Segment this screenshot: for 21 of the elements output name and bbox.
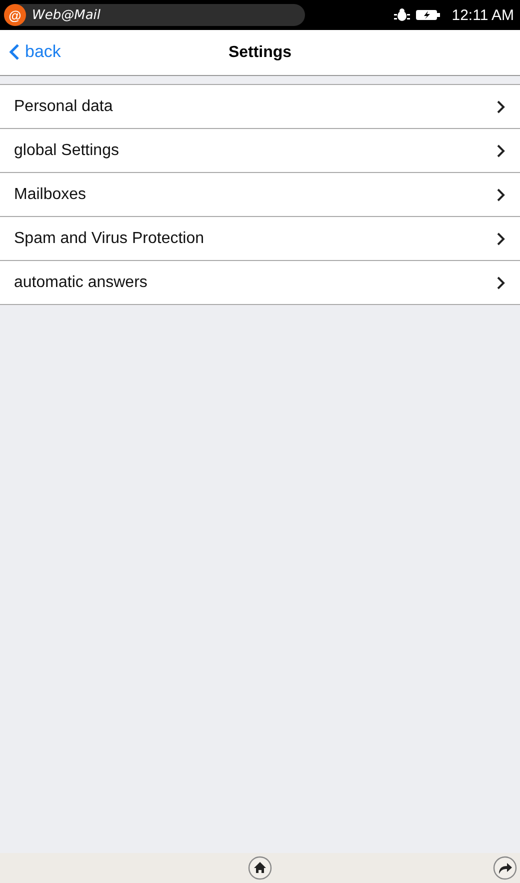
- app-icon: @: [4, 4, 26, 26]
- chevron-left-icon: [8, 43, 20, 61]
- forward-icon[interactable]: [493, 856, 517, 880]
- settings-item[interactable]: global Settings: [0, 129, 520, 173]
- bug-icon: [394, 8, 410, 22]
- home-icon[interactable]: [248, 856, 272, 880]
- settings-item[interactable]: Mailboxes: [0, 173, 520, 217]
- app-title-bar[interactable]: @ Web@Mail: [4, 4, 305, 26]
- chevron-right-icon: [496, 276, 506, 290]
- clock-time: 12:11 AM: [452, 6, 514, 24]
- chevron-right-icon: [496, 144, 506, 158]
- back-button[interactable]: back: [8, 42, 61, 62]
- app-title: Web@Mail: [32, 8, 101, 22]
- chevron-right-icon: [496, 100, 506, 114]
- chevron-right-icon: [496, 188, 506, 202]
- settings-item[interactable]: Spam and Virus Protection: [0, 217, 520, 261]
- page-title: Settings: [228, 44, 292, 62]
- settings-item[interactable]: automatic answers: [0, 261, 520, 305]
- chevron-right-icon: [496, 232, 506, 246]
- settings-item[interactable]: Personal data: [0, 85, 520, 129]
- battery-icon: [416, 9, 440, 21]
